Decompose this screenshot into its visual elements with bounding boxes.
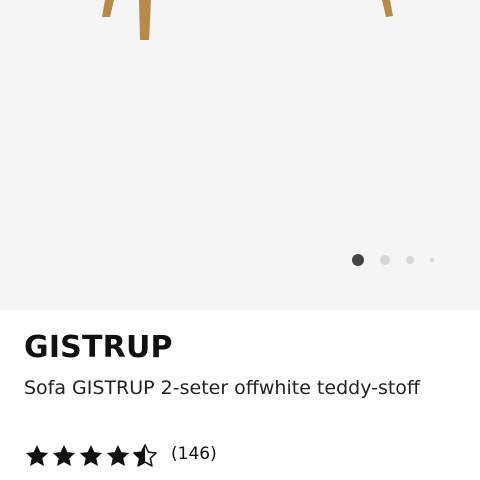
- star-full-icon: [79, 444, 103, 466]
- pagination-dot[interactable]: [380, 255, 390, 265]
- star-full-icon: [25, 444, 49, 466]
- rating-stars: [24, 443, 159, 469]
- pagination-dot[interactable]: [406, 256, 414, 264]
- pagination-dot-active[interactable]: [352, 254, 364, 266]
- product-info: GISTRUP Sofa GISTRUP 2-seter offwhite te…: [0, 310, 480, 480]
- sofa-leg-right: [382, 0, 393, 17]
- star-full-icon: [52, 444, 76, 466]
- product-name: GISTRUP: [24, 330, 173, 365]
- product-rating[interactable]: (146): [24, 442, 217, 470]
- pagination-dot[interactable]: [430, 258, 434, 262]
- sofa-leg-front-left: [139, 0, 151, 40]
- product-description: Sofa GISTRUP 2-seter offwhite teddy-stof…: [24, 377, 421, 399]
- star-half-icon: [133, 444, 157, 467]
- star-full-icon: [106, 444, 130, 466]
- gallery-pagination: [350, 253, 440, 267]
- review-count[interactable]: (146): [171, 444, 217, 464]
- sofa-leg-back-left: [102, 0, 114, 17]
- product-screen: GISTRUP Sofa GISTRUP 2-seter offwhite te…: [0, 0, 480, 480]
- product-image-gallery[interactable]: [0, 0, 480, 310]
